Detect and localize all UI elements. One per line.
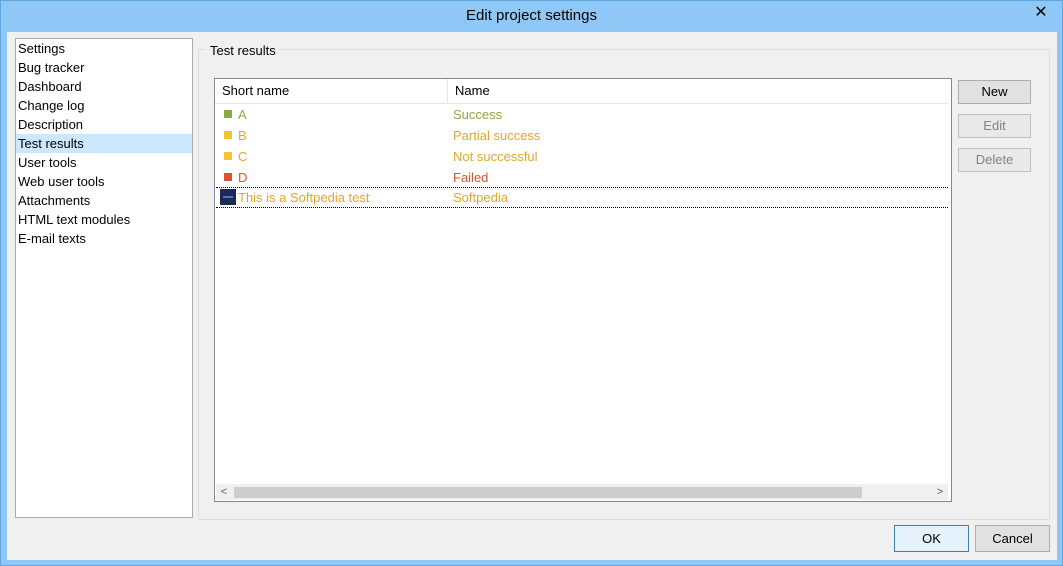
square-swatch-icon bbox=[224, 173, 232, 181]
table-row[interactable]: C Not successful bbox=[216, 146, 948, 167]
sidebar-item-email-texts[interactable]: E-mail texts bbox=[16, 229, 192, 248]
sidebar-item-attachments[interactable]: Attachments bbox=[16, 191, 192, 210]
dialog-window: Edit project settings ✕ Settings Bug tra… bbox=[0, 0, 1063, 566]
table-row[interactable]: This is a Softpedia test Softpedia bbox=[216, 187, 948, 208]
row-short-name: This is a Softpedia test bbox=[238, 190, 370, 205]
square-swatch-icon bbox=[224, 152, 232, 160]
sidebar-item-test-results[interactable]: Test results bbox=[16, 134, 192, 153]
image-icon bbox=[220, 189, 236, 205]
row-name: Success bbox=[453, 107, 503, 122]
column-header-name[interactable]: Name bbox=[448, 79, 748, 103]
ok-button[interactable]: OK bbox=[894, 525, 969, 552]
edit-button[interactable]: Edit bbox=[958, 114, 1031, 138]
row-name: Failed bbox=[453, 170, 489, 185]
sidebar-item-web-user-tools[interactable]: Web user tools bbox=[16, 172, 192, 191]
row-short-name: A bbox=[238, 107, 247, 122]
sidebar-item-html-text-modules[interactable]: HTML text modules bbox=[16, 210, 192, 229]
delete-button[interactable]: Delete bbox=[958, 148, 1031, 172]
sidebar-item-dashboard[interactable]: Dashboard bbox=[16, 77, 192, 96]
test-results-group-label: Test results bbox=[206, 43, 280, 58]
close-icon[interactable]: ✕ bbox=[1026, 2, 1056, 22]
dialog-client-area: Settings Bug tracker Dashboard Change lo… bbox=[7, 32, 1057, 560]
scroll-right-icon[interactable]: > bbox=[932, 484, 948, 500]
list-header: Short name Name bbox=[215, 79, 949, 104]
test-results-list[interactable]: Short name Name A Success B Partial succ… bbox=[214, 78, 952, 502]
row-name: Not successful bbox=[453, 149, 538, 164]
sidebar-item-bug-tracker[interactable]: Bug tracker bbox=[16, 58, 192, 77]
row-short-name: B bbox=[238, 128, 247, 143]
column-header-short-name[interactable]: Short name bbox=[215, 79, 447, 103]
row-short-name: D bbox=[238, 170, 248, 185]
square-swatch-icon bbox=[224, 110, 232, 118]
row-name: Partial success bbox=[453, 128, 541, 143]
square-swatch-icon bbox=[224, 131, 232, 139]
settings-category-list: Settings Bug tracker Dashboard Change lo… bbox=[15, 38, 193, 518]
table-row[interactable]: B Partial success bbox=[216, 125, 948, 146]
table-row[interactable]: D Failed bbox=[216, 167, 948, 188]
row-short-name: C bbox=[238, 149, 248, 164]
scroll-left-icon[interactable]: < bbox=[216, 484, 232, 500]
window-title: Edit project settings bbox=[466, 7, 597, 24]
sidebar-item-description[interactable]: Description bbox=[16, 115, 192, 134]
horizontal-scrollbar[interactable]: < > bbox=[216, 484, 948, 500]
new-button[interactable]: New bbox=[958, 80, 1031, 104]
scrollbar-thumb[interactable] bbox=[234, 487, 862, 498]
title-bar[interactable]: Edit project settings ✕ bbox=[1, 1, 1062, 31]
table-row[interactable]: A Success bbox=[216, 104, 948, 125]
sidebar-item-user-tools[interactable]: User tools bbox=[16, 153, 192, 172]
sidebar-item-change-log[interactable]: Change log bbox=[16, 96, 192, 115]
cancel-button[interactable]: Cancel bbox=[975, 525, 1050, 552]
row-name: Softpedia bbox=[453, 190, 508, 205]
sidebar-item-settings[interactable]: Settings bbox=[16, 39, 192, 58]
